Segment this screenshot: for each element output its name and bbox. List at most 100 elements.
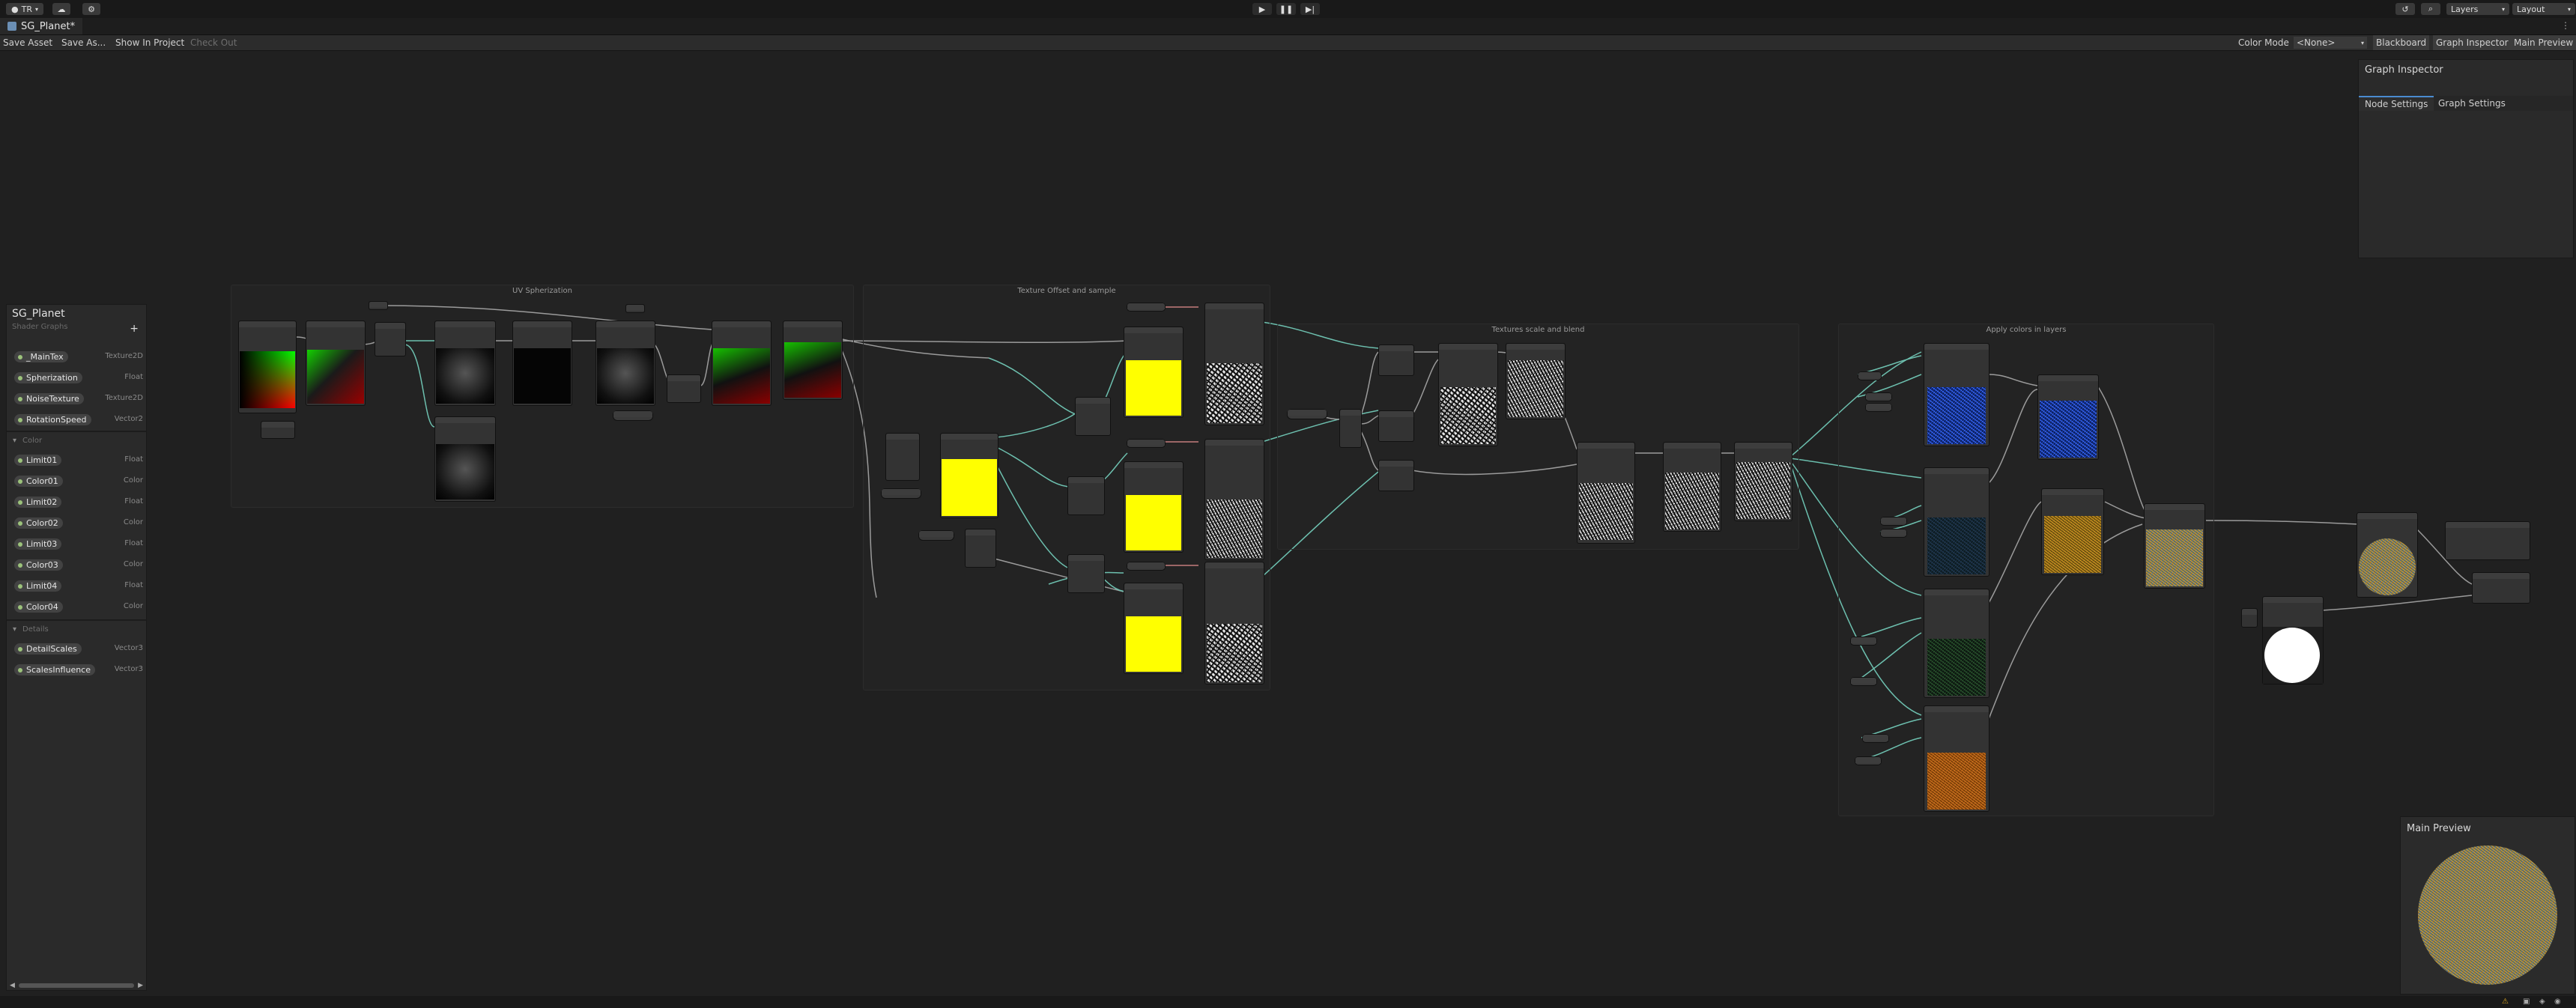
property-pill[interactable]: _MainTex — [14, 351, 68, 362]
property-row[interactable]: Color04 Color — [14, 600, 143, 613]
one-minus-node[interactable] — [1734, 442, 1792, 521]
add-node-2[interactable] — [2041, 488, 2104, 575]
blackboard-toggle[interactable]: Blackboard — [2373, 35, 2430, 50]
search-button[interactable]: ⌕ — [2421, 3, 2440, 15]
plus-icon[interactable]: + — [130, 323, 139, 335]
left-arrow-icon[interactable]: ◀ — [10, 982, 15, 989]
horizontal-scrollbar[interactable] — [19, 983, 134, 988]
property-row[interactable]: Spherization Float — [14, 371, 143, 384]
blend-node-1[interactable] — [1438, 343, 1498, 446]
sample-texture-node-2[interactable] — [1204, 439, 1264, 560]
property-pill[interactable]: Color03 — [14, 559, 63, 571]
history-button[interactable]: ↺ — [2395, 3, 2415, 15]
color-property-node-2[interactable] — [1880, 529, 1907, 538]
tiling-offset-node-3[interactable] — [1124, 583, 1184, 674]
property-pill[interactable]: Limit04 — [14, 580, 62, 592]
property-pill[interactable]: Color04 — [14, 601, 63, 613]
tiling-offset-node-2[interactable] — [1124, 461, 1184, 553]
multiply-node-3[interactable] — [1378, 460, 1414, 491]
property-row[interactable]: RotationSpeed Vector2 — [14, 413, 143, 426]
add-node-1[interactable] — [2037, 374, 2099, 460]
small-node[interactable] — [261, 421, 295, 439]
property-row[interactable]: Color02 Color — [14, 516, 143, 529]
color-layer-node-1[interactable] — [1924, 343, 1989, 446]
blend-node-2[interactable] — [1577, 442, 1635, 544]
layout-dropdown[interactable]: Layout ▾ — [2512, 3, 2575, 15]
saturate-node[interactable] — [1663, 442, 1721, 532]
more-vert-icon[interactable]: ⋮ — [2561, 20, 2570, 31]
length-node[interactable] — [2262, 596, 2324, 684]
play-button[interactable]: ▶ — [1252, 3, 1272, 15]
multiply-node[interactable] — [712, 321, 772, 406]
property-row[interactable]: Limit03 Float — [14, 537, 143, 550]
status-icon-4[interactable]: ◉ — [2554, 998, 2561, 1006]
color-property-node-1[interactable] — [1865, 403, 1892, 412]
step-button[interactable]: ▶| — [1300, 3, 1320, 15]
maintex-property-node-2[interactable] — [1127, 439, 1166, 448]
save-asset-button[interactable]: Save Asset — [3, 35, 52, 50]
time-node[interactable] — [885, 433, 920, 481]
property-row[interactable]: DetailScales Vector3 — [14, 642, 143, 655]
divide-node[interactable] — [667, 374, 701, 403]
tiling-offset-node-1[interactable] — [1124, 327, 1184, 418]
multiply-node-1[interactable] — [1378, 344, 1414, 376]
property-row[interactable]: Color03 Color — [14, 558, 143, 571]
multiply-node-a[interactable] — [1075, 397, 1111, 436]
cloud-button[interactable]: ☁ — [52, 3, 70, 15]
limit-property-node-3[interactable] — [1880, 517, 1907, 526]
fragment-block[interactable] — [2472, 572, 2530, 604]
color-layer-node-3[interactable] — [1924, 589, 1989, 698]
tab-node-settings[interactable]: Node Settings — [2359, 96, 2434, 111]
split-node[interactable] — [375, 322, 406, 356]
subtract-node[interactable] — [306, 321, 366, 406]
rotation-speed-property-node[interactable] — [881, 488, 921, 499]
limit-property-node-2[interactable] — [1865, 392, 1892, 401]
rotation-node[interactable] — [625, 304, 645, 313]
time-node[interactable] — [369, 301, 388, 310]
show-in-project-button[interactable]: Show In Project — [115, 35, 184, 50]
property-row[interactable]: Color01 Color — [14, 474, 143, 488]
sample-texture-node-1[interactable] — [1204, 303, 1264, 425]
scales-influence-property-node[interactable] — [1287, 409, 1327, 419]
status-icon-1[interactable]: ⚠ — [2502, 998, 2509, 1006]
right-arrow-icon[interactable]: ▶ — [138, 982, 143, 989]
tab-sg-planet[interactable]: SG_Planet* — [0, 18, 83, 34]
property-pill[interactable]: Spherization — [14, 372, 82, 383]
split-node[interactable] — [1339, 409, 1362, 448]
uv-node[interactable] — [238, 321, 297, 413]
limit-property-node-1[interactable] — [1858, 371, 1882, 380]
property-pill[interactable]: Limit02 — [14, 497, 62, 508]
property-row[interactable]: ScalesInfluence Vector3 — [14, 663, 143, 676]
property-pill[interactable]: RotationSpeed — [14, 414, 91, 425]
color-layer-node-4[interactable] — [1924, 705, 1989, 812]
multiply-node[interactable] — [940, 433, 998, 518]
detail-scales-property-node[interactable] — [918, 530, 954, 541]
category-color-header[interactable]: ▾ Color — [13, 437, 42, 445]
property-row[interactable]: _MainTex Texture2D — [14, 350, 143, 363]
property-row[interactable]: Limit01 Float — [14, 453, 143, 467]
add-node[interactable] — [783, 321, 843, 400]
color-property-node-4[interactable] — [1855, 756, 1882, 765]
property-pill[interactable]: Color02 — [14, 517, 63, 529]
multiply-node-c[interactable] — [1067, 554, 1105, 593]
property-row[interactable]: NoiseTexture Texture2D — [14, 392, 143, 405]
split-node[interactable] — [965, 529, 996, 568]
length-node[interactable] — [434, 321, 496, 406]
property-pill[interactable]: Limit01 — [14, 455, 62, 466]
multiply-node-2[interactable] — [1378, 410, 1414, 442]
one-minus-node[interactable] — [434, 416, 496, 502]
property-pill[interactable]: ScalesInfluence — [14, 664, 95, 675]
spherization-property-node[interactable] — [613, 410, 653, 421]
limit-property-node-5[interactable] — [1862, 734, 1889, 743]
property-pill[interactable]: DetailScales — [14, 643, 82, 655]
blend-preview-node[interactable] — [1506, 343, 1566, 419]
category-details-header[interactable]: ▾ Details — [13, 625, 49, 634]
property-pill[interactable]: Limit03 — [14, 538, 62, 550]
property-row[interactable]: Limit02 Float — [14, 495, 143, 508]
multiply-output-node[interactable] — [2357, 512, 2418, 598]
planet-sphere-preview[interactable] — [2418, 845, 2557, 985]
in-property-node[interactable] — [2241, 608, 2258, 628]
limit-property-node-4[interactable] — [1850, 637, 1877, 646]
tab-graph-settings[interactable]: Graph Settings — [2432, 96, 2512, 111]
color-property-node-3[interactable] — [1850, 677, 1877, 686]
